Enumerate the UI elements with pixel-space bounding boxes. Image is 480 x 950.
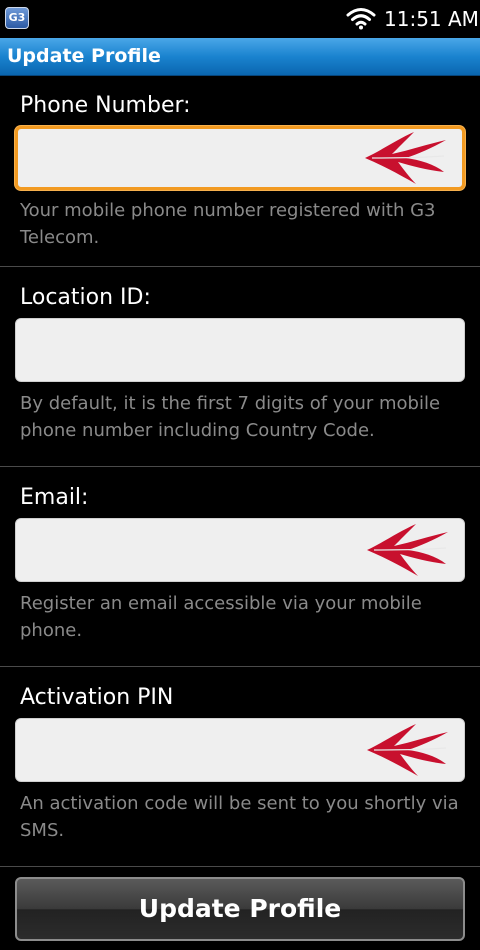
section-divider xyxy=(0,866,480,867)
email-help: Register an email accessible via your mo… xyxy=(20,593,422,641)
location-id-field[interactable] xyxy=(15,318,465,382)
page-title: Update Profile xyxy=(7,45,161,67)
location-id-input[interactable] xyxy=(16,319,464,381)
phone-number-label: Phone Number: xyxy=(20,93,191,118)
location-id-label: Location ID: xyxy=(20,285,151,310)
red-arrow-icon xyxy=(367,724,448,776)
section-divider xyxy=(0,466,480,467)
activation-pin-label: Activation PIN xyxy=(20,685,174,710)
section-divider xyxy=(0,266,480,267)
app-badge-icon: G3 xyxy=(5,7,29,29)
wifi-icon xyxy=(346,8,376,30)
activation-pin-field[interactable] xyxy=(15,718,465,782)
phone-number-help: Your mobile phone number registered with… xyxy=(20,200,436,248)
email-field[interactable] xyxy=(15,518,465,582)
title-bar: Update Profile xyxy=(0,38,480,76)
status-clock: 11:51 AM xyxy=(384,7,479,31)
email-label: Email: xyxy=(20,485,89,510)
update-profile-button[interactable]: Update Profile xyxy=(15,877,465,941)
status-bar: G3 11:51 AM xyxy=(0,0,480,38)
red-arrow-icon xyxy=(365,132,446,184)
activation-pin-help: An activation code will be sent to you s… xyxy=(20,793,459,841)
phone-number-field[interactable] xyxy=(15,126,465,190)
location-id-help: By default, it is the first 7 digits of … xyxy=(20,393,441,441)
section-divider xyxy=(0,666,480,667)
red-arrow-icon xyxy=(367,524,448,576)
